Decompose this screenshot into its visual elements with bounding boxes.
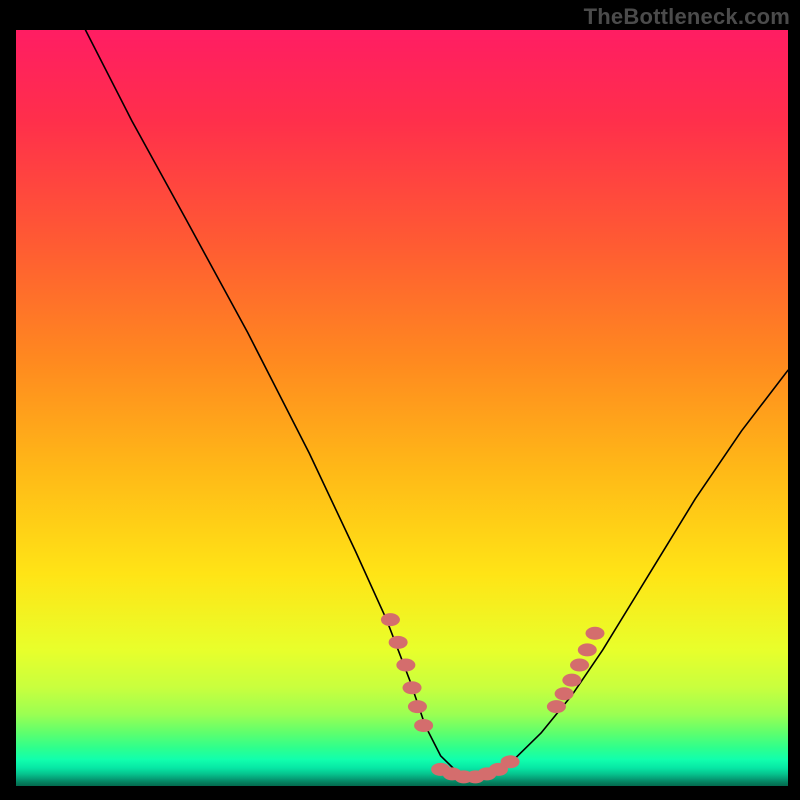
sample-dot	[570, 659, 589, 672]
sample-dot	[414, 719, 433, 732]
sample-dot	[547, 700, 566, 713]
sample-dot	[555, 687, 574, 700]
sample-dot	[578, 643, 597, 656]
sample-dot	[586, 627, 605, 640]
sample-dot	[403, 681, 422, 694]
plot-svg	[16, 30, 788, 786]
sample-dot	[396, 659, 415, 672]
chart-container: TheBottleneck.com	[0, 0, 800, 800]
sample-dot	[501, 755, 520, 768]
plot-area	[14, 30, 788, 788]
bottleneck-curve	[85, 30, 788, 778]
sample-dot	[408, 700, 427, 713]
sample-dot	[381, 613, 400, 626]
sample-dot	[389, 636, 408, 649]
watermark-label: TheBottleneck.com	[584, 4, 790, 30]
sample-dot	[562, 674, 581, 687]
sample-dots	[381, 613, 605, 783]
